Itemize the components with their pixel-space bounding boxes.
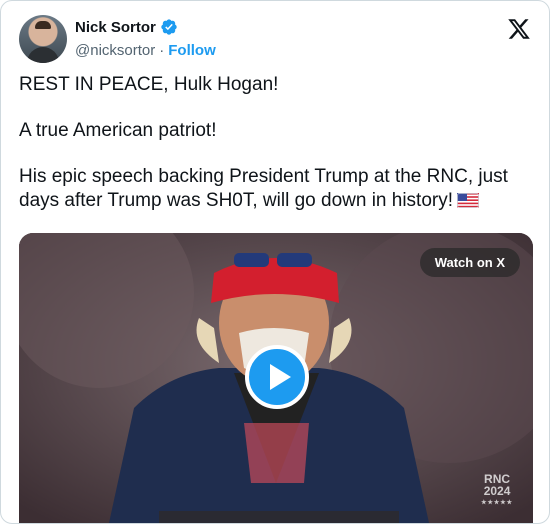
follow-button[interactable]: Follow (168, 42, 216, 59)
avatar[interactable] (19, 15, 67, 63)
tweet-header: Nick Sortor @nicksortor · Follow (19, 15, 531, 63)
tweet-embed-card[interactable]: Nick Sortor @nicksortor · Follow REST IN… (0, 0, 550, 524)
author-name[interactable]: Nick Sortor (75, 19, 156, 36)
author-handle-row: @nicksortor · Follow (75, 42, 216, 59)
author-name-row: Nick Sortor (75, 18, 178, 36)
rnc-2024-watermark: RNC 2024 ★★★★★ (481, 472, 513, 506)
x-logo-icon[interactable] (507, 17, 531, 41)
author-handle[interactable]: @nicksortor (75, 42, 155, 59)
watch-on-x-button[interactable]: Watch on X (419, 248, 520, 277)
separator-dot: · (159, 42, 165, 59)
video-player[interactable]: Watch on X RNC 2024 ★★★★★ (19, 233, 533, 523)
tweet-line-2: A true American patriot! (19, 120, 217, 141)
play-icon[interactable] (245, 345, 309, 409)
tweet-text: REST IN PEACE, Hulk Hogan! A true Americ… (19, 73, 531, 235)
verified-badge-icon (161, 19, 177, 35)
us-flag-icon (457, 193, 480, 208)
tweet-line-1: REST IN PEACE, Hulk Hogan! (19, 74, 279, 95)
tweet-line-3: His epic speech backing President Trump … (19, 166, 508, 211)
